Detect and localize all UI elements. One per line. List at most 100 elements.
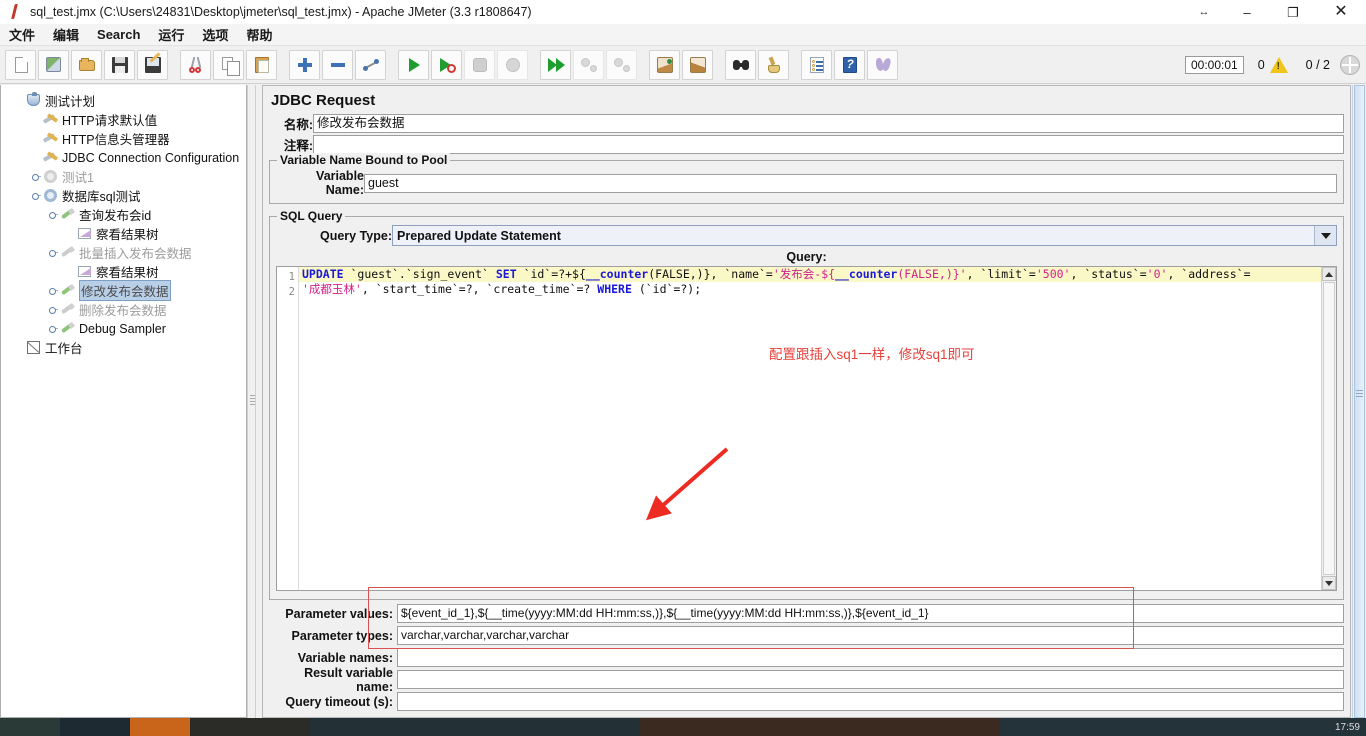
cut-button[interactable]	[180, 49, 211, 80]
clear-icon	[655, 55, 675, 75]
menu-help[interactable]: 帮助	[237, 23, 281, 46]
name-input[interactable]: 修改发布会数据	[313, 114, 1344, 133]
restore-arrows-icon[interactable]: ↔	[1184, 0, 1224, 24]
sql-editor[interactable]: 1 2 UPDATE `guest`.`sign_event` SET `id`…	[276, 266, 1337, 591]
workbench-icon	[25, 339, 42, 356]
parameter-types-input[interactable]: varchar,varchar,varchar,varchar	[397, 626, 1344, 645]
menu-run[interactable]: 运行	[149, 23, 193, 46]
taskbar-clock: 17:59	[1334, 721, 1360, 733]
tree-node-label: HTTP请求默认值	[62, 114, 158, 128]
tree-expander-toggle[interactable]	[47, 285, 58, 296]
query-type-select[interactable]: Prepared Update Statement	[392, 225, 1337, 246]
comment-input[interactable]	[313, 135, 1344, 154]
sql-token: (FALSE,)}, `name`=	[648, 267, 773, 281]
sql-token: UPDATE	[302, 267, 344, 281]
scroll-down-button[interactable]	[1322, 576, 1336, 590]
clear-button[interactable]	[649, 49, 680, 80]
tree-node-1[interactable]: HTTP请求默认值	[5, 110, 246, 129]
jdbc-request-panel: JDBC Request 名称: 修改发布会数据 注释: Variable Na…	[262, 85, 1351, 718]
tree-node-11[interactable]: 删除发布会数据	[5, 300, 246, 319]
undo-button[interactable]	[867, 49, 898, 80]
tree-node-0[interactable]: 测试计划	[5, 91, 246, 110]
minimize-button[interactable]: –	[1224, 0, 1270, 24]
tree-expander-toggle[interactable]	[30, 190, 41, 201]
variable-name-label: Variable Name:	[316, 169, 364, 197]
variable-names-input[interactable]	[397, 648, 1344, 667]
save-as-button[interactable]	[137, 49, 168, 80]
chevron-down-icon[interactable]	[1314, 226, 1336, 245]
sql-group-title: SQL Query	[277, 209, 346, 223]
tree-node-label: 删除发布会数据	[79, 304, 167, 318]
annotation-text: 配置跟插入sq1一样，修改sq1即可	[769, 347, 975, 362]
expand-all-button[interactable]	[289, 49, 320, 80]
templates-button[interactable]	[38, 49, 69, 80]
menu-edit[interactable]: 编辑	[44, 23, 88, 46]
tree-node-3[interactable]: JDBC Connection Configuration	[5, 148, 246, 167]
stop-icon	[470, 55, 490, 75]
scroll-up-button[interactable]	[1322, 267, 1336, 281]
copy-button[interactable]	[213, 49, 244, 80]
tree-node-8[interactable]: 批量插入发布会数据	[5, 243, 246, 262]
tree-node-6[interactable]: 查询发布会id	[5, 205, 246, 224]
tree-expander-toggle[interactable]	[47, 209, 58, 220]
maximize-button[interactable]: ❐	[1270, 0, 1316, 24]
close-button[interactable]: ✕	[1316, 0, 1366, 24]
tree-node-9[interactable]: 察看结果树	[5, 262, 246, 281]
scroll-thumb[interactable]	[1323, 282, 1335, 575]
parameter-values-input[interactable]: ${event_id_1},${__time(yyyy:MM:dd HH:mm:…	[397, 604, 1344, 623]
query-timeout-input[interactable]	[397, 692, 1344, 711]
split-divider[interactable]	[247, 85, 256, 718]
save-button[interactable]	[104, 49, 135, 80]
tree-node-spacer	[64, 266, 75, 277]
save-as-icon	[143, 55, 163, 75]
shutdown-remote-all-icon	[612, 55, 632, 75]
line-number: 1	[288, 271, 295, 283]
tree-node-7[interactable]: 察看结果树	[5, 224, 246, 243]
tree-node-spacer	[13, 342, 24, 353]
help-button[interactable]	[834, 49, 865, 80]
paste-button[interactable]	[246, 49, 277, 80]
toggle-button[interactable]	[355, 49, 386, 80]
tree-node-2[interactable]: HTTP信息头管理器	[5, 129, 246, 148]
editor-scrollbar[interactable]	[1321, 267, 1336, 590]
start-no-pauses-button[interactable]	[431, 49, 462, 80]
open-button[interactable]	[71, 49, 102, 80]
search-button[interactable]	[725, 49, 756, 80]
config-element-icon	[42, 149, 59, 166]
start-remote-all-button[interactable]	[540, 49, 571, 80]
tree-node-12[interactable]: Debug Sampler	[5, 319, 246, 338]
toolbar: 00:00:01 0 0 / 2	[0, 46, 1366, 84]
sql-token: '发布会-${	[772, 267, 836, 281]
menu-search[interactable]: Search	[88, 25, 149, 44]
menu-file[interactable]: 文件	[0, 23, 44, 46]
tree-expander-toggle[interactable]	[47, 247, 58, 258]
test-plan-tree[interactable]: 测试计划 HTTP请求默认值 HTTP信息头管理器 JDBC Connection C…	[0, 85, 247, 718]
tree-expander-toggle[interactable]	[47, 323, 58, 334]
tree-node-13[interactable]: 工作台	[5, 338, 246, 357]
tree-node-5[interactable]: 数据库sql测试	[5, 186, 246, 205]
panel-vertical-scrollbar[interactable]	[1352, 85, 1366, 718]
tree-expander-toggle[interactable]	[47, 304, 58, 315]
clear-all-button[interactable]	[682, 49, 713, 80]
parameter-fields: Parameter values: ${event_id_1},${__time(…	[263, 603, 1350, 712]
tree-node-label: 修改发布会数据	[79, 280, 171, 301]
tree-expander-toggle[interactable]	[30, 171, 41, 182]
new-button[interactable]	[5, 49, 36, 80]
field-row: Query timeout (s):	[269, 691, 1344, 712]
reset-search-button[interactable]	[758, 49, 789, 80]
field-row: Result variable name:	[269, 666, 1344, 694]
elapsed-timer: 00:00:01	[1185, 55, 1244, 74]
title-bar: sql_test.jmx (C:\Users\24831\Desktop\jme…	[0, 0, 1366, 24]
collapse-all-button[interactable]	[322, 49, 353, 80]
panel-scroll-thumb[interactable]	[1354, 85, 1365, 718]
variable-name-input[interactable]: guest	[364, 173, 1337, 193]
tree-node-4[interactable]: 测试1	[5, 167, 246, 186]
result-variable-name-input[interactable]	[397, 670, 1344, 689]
toggle-icon	[361, 55, 381, 75]
start-button[interactable]	[398, 49, 429, 80]
menu-options[interactable]: 选项	[193, 23, 237, 46]
tree-node-10[interactable]: 修改发布会数据	[5, 280, 246, 301]
warning-icon[interactable]	[1269, 56, 1288, 73]
sql-code-area[interactable]: UPDATE `guest`.`sign_event` SET `id`=?+$…	[299, 267, 1336, 590]
function-helper-button[interactable]	[801, 49, 832, 80]
